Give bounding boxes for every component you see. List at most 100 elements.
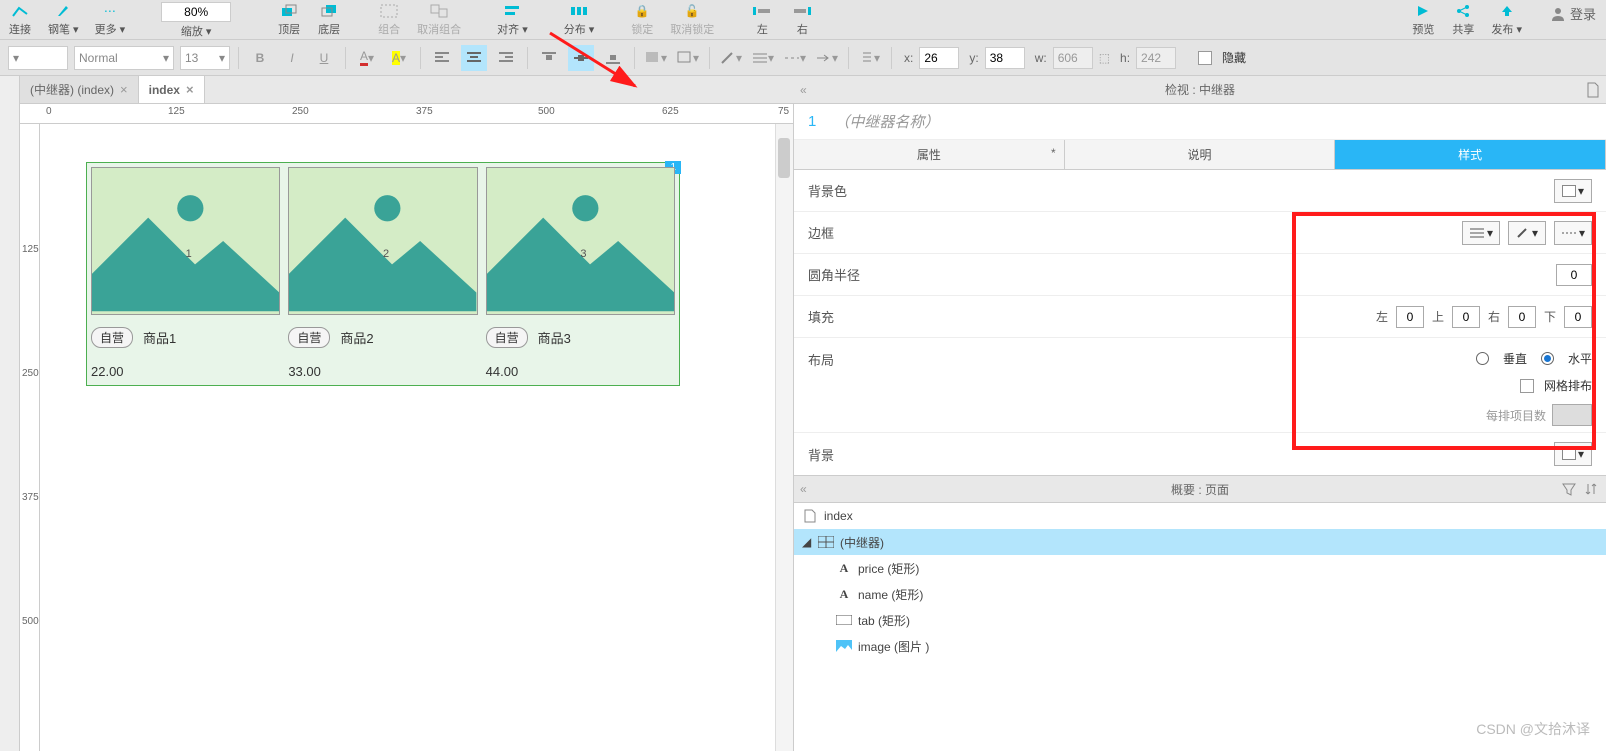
lock-wh-icon[interactable]: ⬚ — [1099, 51, 1110, 65]
text-icon: A — [836, 561, 852, 575]
filter-icon[interactable] — [1562, 482, 1576, 496]
tool-back[interactable]: 底层 — [317, 0, 341, 37]
bold-btn[interactable]: B — [247, 45, 273, 71]
grid-checkbox[interactable] — [1520, 379, 1534, 393]
align-left-btn[interactable] — [429, 45, 455, 71]
tool-right[interactable]: 右 — [790, 0, 814, 37]
row-border: 边框 ▾ ▾ ▾ — [794, 212, 1606, 254]
arrow-btn[interactable]: ▾ — [814, 45, 840, 71]
tab-properties[interactable]: 属性* — [794, 140, 1065, 169]
tool-connect[interactable]: 连接 — [8, 0, 32, 37]
pad-right-input[interactable] — [1508, 306, 1536, 328]
tag-badge: 自营 — [288, 327, 330, 348]
collapse-icon[interactable]: « — [800, 482, 807, 496]
sort-icon[interactable] — [1584, 482, 1598, 496]
layout-vert-radio[interactable] — [1476, 352, 1489, 365]
valign-top-btn[interactable] — [536, 45, 562, 71]
format-toolbar: ▾ Normal▾ 13▾ B I U A▾ A▾ ▾ ▾ ▾ ▾ ▾ ▾ ▾ … — [0, 40, 1606, 76]
align-center-btn[interactable] — [461, 45, 487, 71]
w-input — [1053, 47, 1093, 69]
repeater-item: 3 自营商品3 44.00 — [482, 163, 679, 385]
tool-share[interactable]: 共享 — [1451, 0, 1475, 37]
tab-notes[interactable]: 说明 — [1065, 140, 1336, 169]
canvas[interactable]: 1 1 自营商品1 22.00 2 自营商 — [40, 124, 775, 751]
image-placeholder: 2 — [288, 167, 477, 315]
selection-count: 1 — [808, 113, 816, 130]
layout-horz-radio[interactable] — [1541, 352, 1554, 365]
tab-style[interactable]: 样式 — [1335, 140, 1606, 169]
pad-left-input[interactable] — [1396, 306, 1424, 328]
outline-header: « 概要 : 页面 — [794, 475, 1606, 503]
x-label: x: — [904, 51, 913, 65]
widget-name-placeholder[interactable]: （中继器名称） — [834, 111, 939, 132]
tool-left[interactable]: 左 — [750, 0, 774, 37]
tree-page[interactable]: index — [794, 503, 1606, 529]
fill-btn[interactable]: ▾ — [643, 45, 669, 71]
tab-index[interactable]: index× — [139, 76, 205, 103]
tree-price[interactable]: A price (矩形) — [794, 555, 1606, 581]
bgcolor-picker[interactable]: ▾ — [1554, 179, 1592, 203]
radius-input[interactable] — [1556, 264, 1592, 286]
page-icon[interactable] — [1586, 82, 1600, 98]
tab-repeater-index[interactable]: (中继器) (index)× — [20, 76, 139, 103]
repeater-item: 2 自营商品2 33.00 — [284, 163, 481, 385]
close-icon[interactable]: × — [120, 82, 128, 97]
watermark: CSDN @文拾沐译 — [1476, 719, 1590, 739]
product-name: 商品3 — [538, 328, 571, 347]
tool-zoom[interactable]: 缩放 ▾ — [161, 0, 231, 39]
linewidth-btn[interactable]: ▾ — [750, 45, 776, 71]
linecolor-btn[interactable]: ▾ — [718, 45, 744, 71]
pad-top-input[interactable] — [1452, 306, 1480, 328]
image-placeholder: 3 — [486, 167, 675, 315]
close-icon[interactable]: × — [186, 82, 194, 97]
bg2-picker[interactable]: ▾ — [1554, 442, 1592, 466]
widget-dd[interactable]: ▾ — [8, 46, 68, 70]
tree-tab[interactable]: tab (矩形) — [794, 607, 1606, 633]
fontbg-btn[interactable]: A▾ — [386, 45, 412, 71]
border-width-btn[interactable]: ▾ — [1462, 221, 1500, 245]
tree-repeater[interactable]: ◢ (中继器) — [794, 529, 1606, 555]
y-input[interactable] — [985, 47, 1025, 69]
style-dd[interactable]: Normal▾ — [74, 46, 174, 70]
zoom-input[interactable] — [161, 2, 231, 22]
align-right-btn[interactable] — [493, 45, 519, 71]
border-color-btn[interactable]: ▾ — [1508, 221, 1546, 245]
tool-preview[interactable]: 预览 — [1411, 0, 1435, 37]
fontsize-dd[interactable]: 13▾ — [180, 46, 230, 70]
tree-image[interactable]: image (图片 ) — [794, 633, 1606, 659]
tree-name[interactable]: A name (矩形) — [794, 581, 1606, 607]
x-input[interactable] — [919, 47, 959, 69]
canvas-scrollbar[interactable] — [775, 124, 793, 751]
italic-btn[interactable]: I — [279, 45, 305, 71]
tool-distribute[interactable]: 分布 ▾ — [564, 0, 595, 37]
tool-publish[interactable]: 发布 ▾ — [1491, 0, 1522, 37]
outer-btn[interactable]: ▾ — [675, 45, 701, 71]
login-link[interactable]: 登录 — [1550, 4, 1596, 23]
tool-unlock[interactable]: 🔓取消锁定 — [670, 0, 714, 37]
tool-group[interactable]: 组合 — [377, 0, 401, 37]
linestyle-btn[interactable]: ▾ — [782, 45, 808, 71]
hidden-checkbox[interactable] — [1198, 51, 1212, 65]
valign-mid-btn[interactable] — [568, 45, 594, 71]
tool-pen[interactable]: 钢笔 ▾ — [48, 0, 79, 37]
repeater-widget[interactable]: 1 1 自营商品1 22.00 2 自营商 — [86, 162, 680, 386]
product-price: 44.00 — [482, 352, 679, 385]
pad-bottom-input[interactable] — [1564, 306, 1592, 328]
lineheight-btn[interactable]: ▾ — [857, 45, 883, 71]
expand-icon[interactable]: ◢ — [802, 535, 812, 549]
fontcolor-btn[interactable]: A▾ — [354, 45, 380, 71]
underline-btn[interactable]: U — [311, 45, 337, 71]
row-radius: 圆角半径 — [794, 254, 1606, 296]
tool-more[interactable]: ⋯更多 ▾ — [95, 0, 126, 37]
collapse-icon[interactable]: « — [800, 83, 807, 97]
tool-lock[interactable]: 🔒锁定 — [630, 0, 654, 37]
border-style-btn[interactable]: ▾ — [1554, 221, 1592, 245]
tool-align[interactable]: 对齐 ▾ — [497, 0, 528, 37]
tool-front[interactable]: 顶层 — [277, 0, 301, 37]
image-icon — [836, 639, 852, 653]
tag-badge: 自营 — [486, 327, 528, 348]
product-name: 商品1 — [143, 328, 176, 347]
valign-bot-btn[interactable] — [600, 45, 626, 71]
tool-ungroup[interactable]: 取消组合 — [417, 0, 461, 37]
style-panel: 背景色 ▾ 边框 ▾ ▾ ▾ 圆角半径 填充 左 上 右 — [794, 170, 1606, 475]
